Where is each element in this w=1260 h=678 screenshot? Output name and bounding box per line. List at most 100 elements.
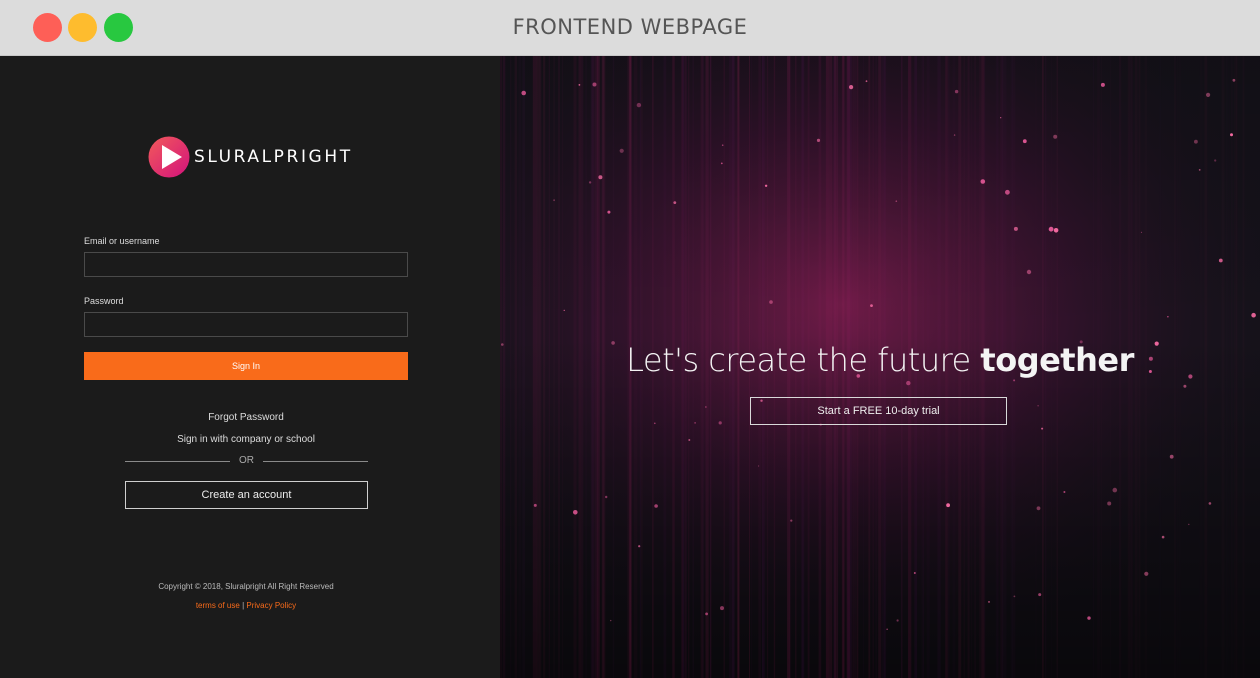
sparkle-particle <box>688 439 691 441</box>
sparkle-particle <box>1036 506 1041 511</box>
sparkle-particle <box>1005 189 1010 195</box>
sparkle-particle <box>1214 159 1217 162</box>
sparkle-particle <box>980 179 986 184</box>
login-panel: SLURALPRIGHT Email or username Password … <box>0 56 500 678</box>
sparkle-particle <box>578 84 581 86</box>
company-signin-link[interactable]: Sign in with company or school <box>84 434 408 445</box>
footer-separator: | <box>242 601 245 610</box>
password-label: Password <box>84 296 124 306</box>
sparkle-particle <box>1169 454 1174 459</box>
sparkle-particle <box>607 210 611 214</box>
sparkle-particle <box>1251 312 1256 318</box>
brand-logo[interactable]: SLURALPRIGHT <box>148 136 353 178</box>
sparkle-particle <box>1022 139 1027 144</box>
window-titlebar: FRONTEND WEBPAGE <box>0 0 1260 56</box>
sparkle-particle <box>906 380 911 386</box>
sparkle-particle <box>1037 405 1039 407</box>
email-label: Email or username <box>84 236 160 246</box>
sparkle-particle <box>1112 487 1118 493</box>
hero-title-light: Let's create the future <box>626 341 971 379</box>
sparkle-particle <box>1048 226 1054 232</box>
sparkle-particle <box>764 184 768 187</box>
sparkle-particle <box>694 422 696 424</box>
sparkle-particle <box>673 201 677 205</box>
sparkle-particle <box>1041 427 1044 430</box>
sparkle-particle <box>1107 501 1112 506</box>
sparkle-particle <box>816 138 821 142</box>
sparkle-particle <box>705 406 707 408</box>
email-field[interactable] <box>84 252 408 277</box>
sparkle-particle <box>636 102 642 108</box>
copyright-text: Copyright © 2018, Sluralpright All Right… <box>158 582 334 591</box>
sparkle-particle <box>1230 133 1233 137</box>
brand-name: SLURALPRIGHT <box>194 147 353 167</box>
sparkle-particle <box>953 134 956 136</box>
sparkle-particle <box>769 300 773 304</box>
footer-links: terms of use | Privacy Policy <box>84 601 408 610</box>
terms-link[interactable]: terms of use <box>196 601 240 610</box>
play-icon <box>148 136 190 178</box>
sparkle-particle <box>913 572 916 574</box>
sparkle-particle <box>1053 134 1058 139</box>
or-divider: OR <box>125 455 368 469</box>
sparkle-particle <box>896 619 899 622</box>
sparkle-particle <box>954 89 959 94</box>
sparkle-particle <box>573 510 578 515</box>
hero-title-bold: together <box>980 341 1134 379</box>
sparkle-particle <box>718 421 722 425</box>
sparkle-particle <box>988 601 990 603</box>
sparkle-particle <box>619 148 624 153</box>
sparkle-particle <box>790 519 793 522</box>
sparkle-particle <box>886 628 888 630</box>
password-field[interactable] <box>84 312 408 337</box>
sparkle-particle <box>588 181 592 184</box>
sign-in-button[interactable]: Sign In <box>84 352 408 380</box>
sparkle-particle <box>1013 595 1016 598</box>
sparkle-particle <box>849 85 854 90</box>
free-trial-button[interactable]: Start a FREE 10-day trial <box>750 397 1007 425</box>
sparkle-particle <box>870 304 873 307</box>
divider-line <box>263 461 368 462</box>
sparkle-particle <box>1000 117 1002 119</box>
sparkle-particle <box>605 495 608 499</box>
sparkle-particle <box>553 199 555 202</box>
sparkle-particle <box>1144 571 1149 576</box>
window-title: FRONTEND WEBPAGE <box>512 15 748 39</box>
sparkle-particle <box>1218 258 1223 263</box>
sparkle-particle <box>1038 593 1042 597</box>
create-account-button[interactable]: Create an account <box>125 481 368 509</box>
sparkle-particle <box>865 80 868 83</box>
sparkle-particle <box>592 82 597 87</box>
sparkle-particle <box>638 545 641 548</box>
sparkle-particle <box>1140 231 1143 233</box>
sparkle-particle <box>1183 384 1187 388</box>
sparkle-particle <box>654 422 656 425</box>
sparkle-particle <box>1232 78 1236 82</box>
sparkle-particle <box>598 175 603 180</box>
sparkle-particle <box>1188 523 1190 526</box>
hero-title: Let's create the future together <box>500 341 1260 379</box>
sparkle-particle <box>758 465 760 467</box>
sparkle-particle <box>1208 502 1212 505</box>
sparkle-particle <box>705 612 708 616</box>
sparkle-particle <box>1206 92 1211 97</box>
forgot-password-link[interactable]: Forgot Password <box>84 412 408 423</box>
sparkle-particle <box>946 503 950 508</box>
sparkle-particle <box>1063 491 1066 493</box>
sparkle-particle <box>1167 316 1169 318</box>
hero-panel: Let's create the future together Start a… <box>500 56 1260 678</box>
sparkle-particle <box>533 503 537 507</box>
sparkle-particle <box>1026 269 1032 275</box>
sparkle-particle <box>720 162 723 165</box>
sparkle-particle <box>610 619 612 622</box>
sparkle-particle <box>1194 139 1198 144</box>
sparkle-particle <box>563 309 565 311</box>
sparkle-particle <box>895 200 898 202</box>
privacy-link[interactable]: Privacy Policy <box>246 601 296 610</box>
sparkle-particle <box>721 144 724 146</box>
sparkle-particle <box>720 606 724 611</box>
sparkle-particle <box>1013 226 1018 231</box>
sparkle-particle <box>1100 82 1105 87</box>
sparkle-particle <box>1053 228 1059 233</box>
sparkle-particle <box>1013 379 1016 382</box>
